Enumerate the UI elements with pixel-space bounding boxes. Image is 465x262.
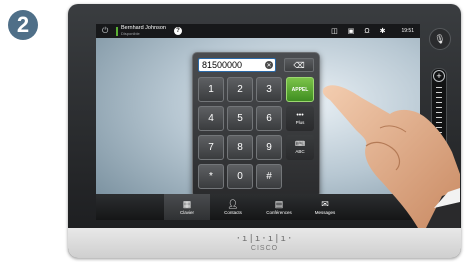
key-3[interactable]: 3: [256, 77, 282, 102]
tab-contacts[interactable]: 👤︎ Contacts: [210, 194, 256, 220]
volume-up-icon[interactable]: +: [433, 70, 445, 82]
tab-label: Conférences: [266, 210, 292, 215]
user-status: Disponible: [121, 31, 140, 36]
keyboard-icon: ⌨: [294, 141, 306, 148]
plus-label: Plus: [295, 120, 305, 125]
tab-label: Clavier: [179, 210, 194, 215]
key-hash[interactable]: #: [256, 164, 282, 189]
touch-device: ⏻ Bernhard Johnson Disponible ? ◫ ▣ Ω ✱ …: [68, 4, 461, 258]
camera-icon[interactable]: ▣: [348, 27, 355, 35]
volume-level: [436, 140, 442, 201]
headset-icon[interactable]: Ω: [364, 28, 369, 35]
key-0[interactable]: 0: [227, 164, 253, 189]
key-2[interactable]: 2: [227, 77, 253, 102]
settings-icon[interactable]: ✱: [380, 27, 386, 35]
plus-button[interactable]: ••• Plus: [286, 106, 314, 131]
tab-label: Messages: [314, 210, 336, 215]
key-1[interactable]: 1: [198, 77, 224, 102]
presence-indicator: [116, 26, 118, 36]
help-icon[interactable]: ?: [173, 27, 182, 35]
abc-button[interactable]: ⌨ ABC: [286, 135, 314, 160]
person-icon: 👤︎: [227, 199, 239, 209]
dial-keypad-panel: 81500000 ✕ ⌫ 1 2 3 4 5 6 7 8 9 * 0 # APP…: [192, 52, 320, 198]
abc-label: ABC: [295, 149, 305, 154]
clear-input-icon[interactable]: ✕: [265, 61, 273, 69]
cisco-logo-text: CISCO: [250, 244, 279, 252]
clock: 19:51: [401, 28, 414, 34]
backspace-icon: ⌫: [293, 60, 305, 70]
tab-messages[interactable]: ✉ Messages: [302, 194, 348, 220]
key-7[interactable]: 7: [198, 135, 224, 160]
tab-keypad[interactable]: ▦ Clavier: [164, 194, 210, 220]
status-bar: ⏻ Bernhard Johnson Disponible ? ◫ ▣ Ω ✱ …: [96, 24, 420, 38]
user-info[interactable]: Bernhard Johnson Disponible: [121, 25, 166, 37]
selfview-icon[interactable]: ◫: [331, 27, 338, 35]
tab-label: Contacts: [224, 210, 242, 215]
bottom-tab-bar: ▦ Clavier 👤︎ Contacts ▤ Conférences ✉ Me…: [96, 194, 420, 220]
key-8[interactable]: 8: [227, 135, 253, 160]
cisco-logo-bars: ·ı|ı·ı|ı·: [235, 233, 294, 244]
tab-conferences[interactable]: ▤ Conférences: [256, 194, 302, 220]
keypad-icon: ▦: [182, 199, 192, 209]
calendar-icon: ▤: [274, 199, 284, 209]
voicemail-icon: ✉: [321, 199, 329, 209]
mute-microphone-button[interactable]: 🎙︎: [429, 28, 451, 50]
microphone-icon: 🎙︎: [434, 33, 446, 44]
key-5[interactable]: 5: [227, 106, 253, 131]
power-icon[interactable]: ⏻: [102, 26, 112, 36]
more-icon: •••: [296, 112, 304, 119]
device-bezel: ·ı|ı·ı|ı· CISCO: [68, 228, 461, 258]
volume-slider[interactable]: +: [431, 68, 447, 220]
device-screen: ⏻ Bernhard Johnson Disponible ? ◫ ▣ Ω ✱ …: [96, 24, 420, 220]
key-6[interactable]: 6: [256, 106, 282, 131]
backspace-button[interactable]: ⌫: [284, 58, 314, 72]
key-9[interactable]: 9: [256, 135, 282, 160]
call-button[interactable]: APPEL: [286, 77, 314, 102]
key-star[interactable]: *: [198, 164, 224, 189]
step-badge: 2: [8, 10, 38, 40]
key-4[interactable]: 4: [198, 106, 224, 131]
